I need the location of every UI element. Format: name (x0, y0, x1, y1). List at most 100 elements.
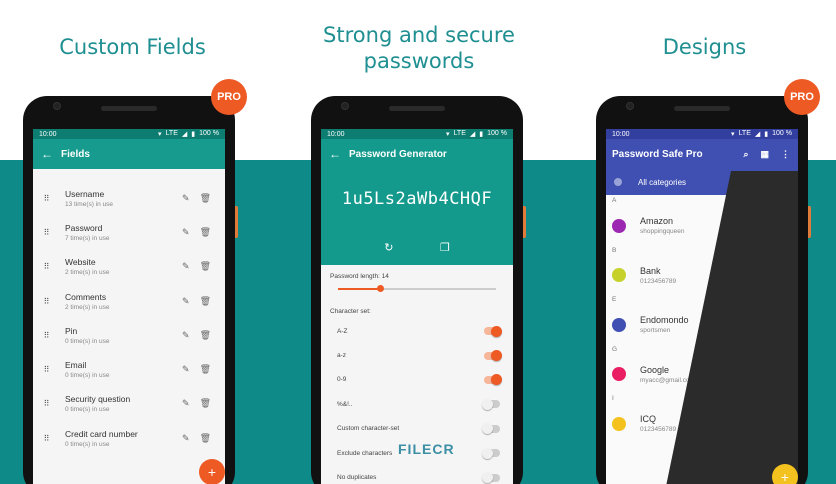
option-label: A-Z (337, 327, 348, 335)
signal-icon: ◢ (181, 131, 188, 138)
field-row[interactable]: ⠿ Comments 2 time(s) in use ✎ 🗑 (33, 284, 225, 318)
category-select[interactable]: All categories (638, 178, 764, 187)
field-name: Website (65, 257, 96, 268)
slider-knob[interactable] (377, 285, 385, 292)
drag-handle-icon[interactable]: ⠿ (33, 434, 55, 443)
field-usage: 0 time(s) in use (65, 337, 110, 345)
entry-item[interactable]: Amazon shoppingqueen (606, 207, 798, 245)
field-row[interactable]: ⠿ Credit card number 0 time(s) in use ✎ 🗑 (33, 421, 225, 455)
edit-icon[interactable]: ✎ (182, 330, 190, 341)
option-toggle[interactable] (482, 423, 500, 435)
grid-icon[interactable]: ▦ (760, 149, 769, 160)
field-info: Email 0 time(s) in use (55, 360, 182, 379)
drag-handle-icon[interactable]: ⠿ (33, 331, 55, 340)
edit-icon[interactable]: ✎ (182, 261, 190, 272)
option-label: No duplicates (337, 474, 377, 482)
edit-icon[interactable]: ✎ (182, 398, 190, 409)
option-toggle[interactable] (484, 325, 502, 337)
option-toggle[interactable] (482, 472, 500, 484)
delete-icon[interactable]: 🗑 (200, 296, 211, 307)
drag-handle-icon[interactable]: ⠿ (33, 297, 55, 306)
field-name: Username (65, 188, 105, 199)
phone-generator: 10:00 ▾ LTE ◢ ▮ 100 % ← Password Generator 1… (311, 96, 526, 484)
length-slider[interactable] (338, 282, 496, 296)
field-actions: ✎ 🗑 (182, 398, 225, 409)
drag-handle-icon[interactable]: ⠿ (33, 228, 55, 237)
entry-item[interactable]: Bank 0123456789 (606, 257, 798, 295)
section-letter: A (612, 197, 617, 204)
entry-color-icon (612, 317, 626, 332)
field-row[interactable]: ⠿ Password 7 time(s) in use ✎ 🗑 (33, 215, 225, 249)
signal-icon: ◢ (754, 131, 761, 138)
field-actions: ✎ 🗑 (182, 227, 225, 238)
entry-subtitle: sportsmen (640, 327, 671, 335)
side-button (523, 206, 526, 238)
entry-item[interactable]: Endomondo sportsmen (606, 306, 798, 344)
field-info: Website 2 time(s) in use (55, 257, 182, 276)
phone-designs: 10:00 ▾ LTE ◢ ▮ 100 % Password Safe Pro ⌕ ▦ … (596, 96, 811, 484)
camera (626, 102, 634, 110)
entry-subtitle: myacc@gmail.com (640, 376, 695, 384)
arrow-left-icon[interactable]: ← (321, 147, 349, 161)
entry-item[interactable]: ICQ 0123456789 (606, 405, 798, 443)
edit-icon[interactable]: ✎ (182, 227, 190, 238)
add-entry-button[interactable]: + (772, 464, 798, 484)
chevron-down-icon[interactable]: ▼ (764, 179, 771, 186)
side-button (235, 206, 238, 238)
entry-item[interactable]: Google myacc@gmail.com (606, 356, 798, 394)
field-row[interactable]: ⠿ Username 13 time(s) in use ✎ 🗑 (33, 181, 225, 215)
entry-subtitle: 0123456789 (640, 426, 677, 434)
app-title: Password Safe Pro (612, 148, 703, 160)
field-row[interactable]: ⠿ Email 0 time(s) in use ✎ 🗑 (33, 352, 225, 386)
option-toggle[interactable] (482, 398, 500, 410)
field-list: ⠿ Username 13 time(s) in use ✎ 🗑 ⠿ Password 7 t… (33, 169, 225, 455)
delete-icon[interactable]: 🗑 (200, 261, 211, 272)
entry-info: Endomondo sportsmen (640, 315, 689, 334)
delete-icon[interactable]: 🗑 (200, 227, 211, 238)
charset-label: Character set: (330, 308, 371, 315)
field-usage: 7 time(s) in use (65, 234, 110, 242)
delete-icon[interactable]: 🗑 (200, 193, 211, 204)
drag-handle-icon[interactable]: ⠿ (33, 194, 55, 203)
arrow-left-icon[interactable]: ← (33, 147, 61, 161)
add-field-button[interactable]: + (199, 459, 225, 484)
field-actions: ✎ 🗑 (182, 193, 225, 204)
field-info: Pin 0 time(s) in use (55, 326, 182, 345)
field-usage: 0 time(s) in use (65, 372, 110, 380)
toggle-knob (482, 423, 493, 435)
delete-icon[interactable]: 🗑 (200, 433, 211, 444)
drag-handle-icon[interactable]: ⠿ (33, 365, 55, 374)
more-icon[interactable]: ⋮ (781, 149, 790, 160)
field-actions: ✎ 🗑 (182, 364, 225, 375)
delete-icon[interactable]: 🗑 (200, 330, 211, 341)
copy-icon[interactable]: ❐ (440, 241, 450, 254)
speaker (389, 106, 445, 111)
edit-icon[interactable]: ✎ (182, 193, 190, 204)
delete-icon[interactable]: 🗑 (200, 398, 211, 409)
edit-icon[interactable]: ✎ (182, 296, 190, 307)
category-dot-icon (614, 178, 622, 186)
field-name: Password (65, 222, 103, 233)
edit-icon[interactable]: ✎ (182, 364, 190, 375)
field-info: Credit card number 0 time(s) in use (55, 429, 182, 448)
category-bar[interactable]: All categories ▼ ≡ (606, 169, 798, 195)
option-toggle[interactable] (484, 350, 502, 362)
delete-icon[interactable]: 🗑 (200, 364, 211, 375)
option-toggle[interactable] (482, 447, 500, 459)
edit-icon[interactable]: ✎ (182, 433, 190, 444)
field-actions: ✎ 🗑 (182, 261, 225, 272)
signal-icon: ◢ (469, 131, 476, 138)
option-toggle[interactable] (484, 374, 502, 386)
entry-subtitle: 0123456789 (640, 277, 677, 285)
drag-handle-icon[interactable]: ⠿ (33, 399, 55, 408)
field-info: Security question 0 time(s) in use (55, 394, 182, 413)
designs-appbar: Password Safe Pro ⌕ ▦ ⋮ (606, 139, 798, 169)
refresh-icon[interactable]: ↻ (384, 241, 393, 254)
sort-icon[interactable]: ≡ (785, 178, 790, 187)
field-row[interactable]: ⠿ Website 2 time(s) in use ✎ 🗑 (33, 250, 225, 284)
field-row[interactable]: ⠿ Pin 0 time(s) in use ✎ 🗑 (33, 318, 225, 352)
side-button (808, 206, 811, 238)
search-icon[interactable]: ⌕ (743, 149, 748, 160)
field-row[interactable]: ⠿ Security question 0 time(s) in use ✎ 🗑 (33, 387, 225, 421)
drag-handle-icon[interactable]: ⠿ (33, 262, 55, 271)
